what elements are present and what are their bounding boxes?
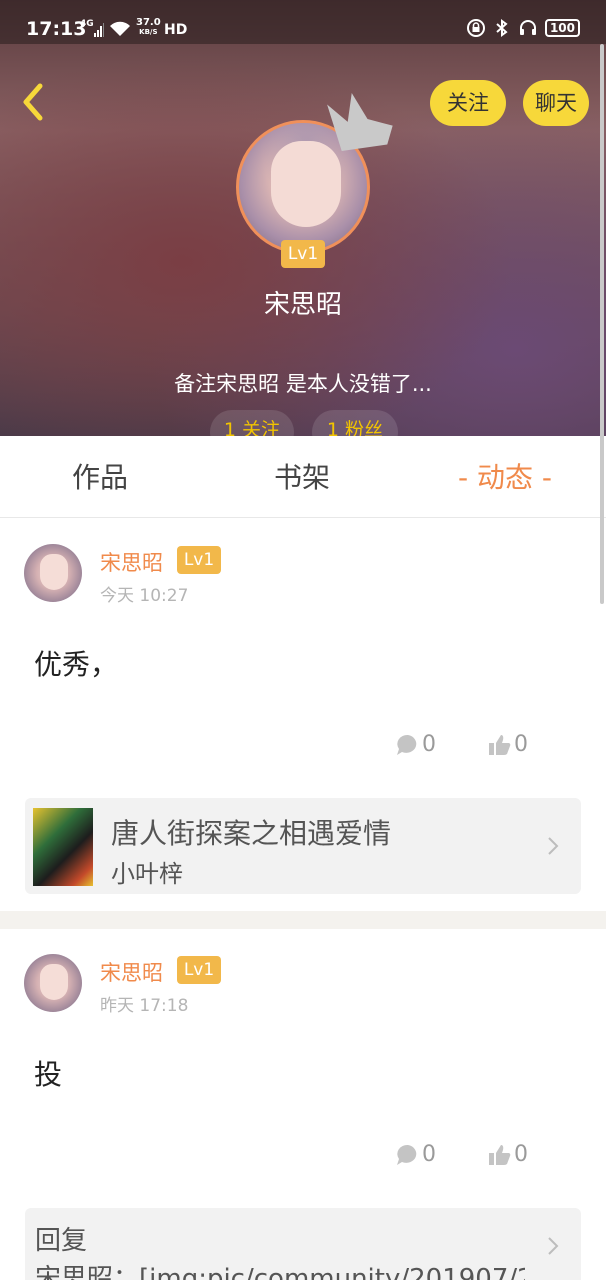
back-icon[interactable] bbox=[18, 80, 48, 124]
status-right: 100 bbox=[466, 19, 580, 37]
post-level-badge: Lv1 bbox=[177, 546, 221, 574]
comment-icon bbox=[397, 1144, 417, 1165]
headphone-icon bbox=[519, 20, 536, 35]
book-cover bbox=[33, 808, 93, 886]
following-count[interactable]: 1 关注 bbox=[210, 410, 294, 436]
post-divider bbox=[0, 911, 606, 929]
post-item: 宋思昭 Lv1 昨天 17:18 投 0 0 回复 宋思昭：[img:pic/c… bbox=[0, 929, 606, 1280]
like-count: 0 bbox=[514, 732, 528, 757]
post-time: 昨天 17:18 bbox=[100, 996, 189, 1016]
reply-label: 回复 bbox=[35, 1226, 88, 1256]
scrollbar[interactable] bbox=[600, 44, 604, 604]
chevron-right-icon bbox=[548, 837, 559, 855]
post-content: 投 bbox=[34, 1058, 63, 1091]
comment-button[interactable]: 0 bbox=[396, 1142, 436, 1167]
profile-tabs: 作品 书架 - 动态 - bbox=[0, 436, 606, 518]
comment-count: 0 bbox=[422, 732, 436, 757]
book-title: 唐人街探案之相遇爱情 bbox=[111, 817, 392, 850]
status-time: 17:13 bbox=[26, 18, 87, 40]
network-speed-unit: KB/S bbox=[139, 28, 158, 36]
post-item: 宋思昭 Lv1 今天 10:27 优秀， 0 0 唐人街探案之相遇爱情 小叶梓 bbox=[0, 519, 606, 911]
tab-dynamic[interactable]: - 动态 - bbox=[444, 436, 566, 518]
post-content: 优秀， bbox=[34, 648, 119, 681]
network-speed-value: 37.0 bbox=[136, 17, 161, 28]
tab-bookshelf[interactable]: 书架 bbox=[242, 436, 362, 518]
comment-icon bbox=[397, 734, 417, 755]
reply-text: 宋思昭：[img:pic/community/201907/2 bbox=[35, 1264, 525, 1280]
status-bar: 17:13 4G 37.0 KB/S HD 100 bbox=[0, 0, 606, 44]
post-level-badge: Lv1 bbox=[177, 956, 221, 984]
crown-icon bbox=[327, 92, 393, 151]
hd-indicator: HD bbox=[164, 22, 188, 38]
post-time: 今天 10:27 bbox=[100, 586, 189, 606]
signal-icon bbox=[94, 23, 104, 37]
tab-works[interactable]: 作品 bbox=[40, 436, 160, 518]
fans-count[interactable]: 1 粉丝 bbox=[312, 410, 398, 436]
post-author[interactable]: 宋思昭 bbox=[100, 547, 163, 577]
profile-header: 17:13 4G 37.0 KB/S HD 100 关注 聊天 Lv1 宋思昭 … bbox=[0, 0, 606, 436]
book-author: 小叶梓 bbox=[111, 860, 183, 888]
comment-button[interactable]: 0 bbox=[396, 732, 436, 757]
follow-button[interactable]: 关注 bbox=[430, 80, 506, 126]
bluetooth-icon bbox=[496, 19, 508, 37]
book-reference-card[interactable]: 唐人街探案之相遇爱情 小叶梓 bbox=[25, 798, 581, 894]
like-button[interactable]: 0 bbox=[488, 1142, 528, 1167]
post-avatar[interactable] bbox=[24, 544, 82, 602]
chevron-right-icon bbox=[548, 1237, 559, 1255]
like-icon bbox=[489, 734, 511, 755]
wifi-icon bbox=[110, 21, 130, 36]
post-avatar[interactable] bbox=[24, 954, 82, 1012]
like-button[interactable]: 0 bbox=[488, 732, 528, 757]
comment-count: 0 bbox=[422, 1142, 436, 1167]
chat-button[interactable]: 聊天 bbox=[523, 80, 589, 126]
like-count: 0 bbox=[514, 1142, 528, 1167]
level-badge: Lv1 bbox=[281, 240, 325, 268]
profile-bio: 备注宋思昭 是本人没错了... bbox=[174, 372, 432, 396]
profile-name: 宋思昭 bbox=[263, 290, 342, 320]
battery-indicator: 100 bbox=[544, 19, 580, 37]
network-type: 4G bbox=[80, 19, 94, 29]
like-icon bbox=[489, 1144, 511, 1165]
avatar-face bbox=[40, 964, 68, 1000]
avatar-face bbox=[40, 554, 68, 590]
network-speed: 37.0 KB/S bbox=[136, 17, 161, 37]
lock-icon bbox=[466, 19, 485, 37]
post-author[interactable]: 宋思昭 bbox=[100, 957, 163, 987]
reply-card[interactable]: 回复 宋思昭：[img:pic/community/201907/2 bbox=[25, 1208, 581, 1280]
